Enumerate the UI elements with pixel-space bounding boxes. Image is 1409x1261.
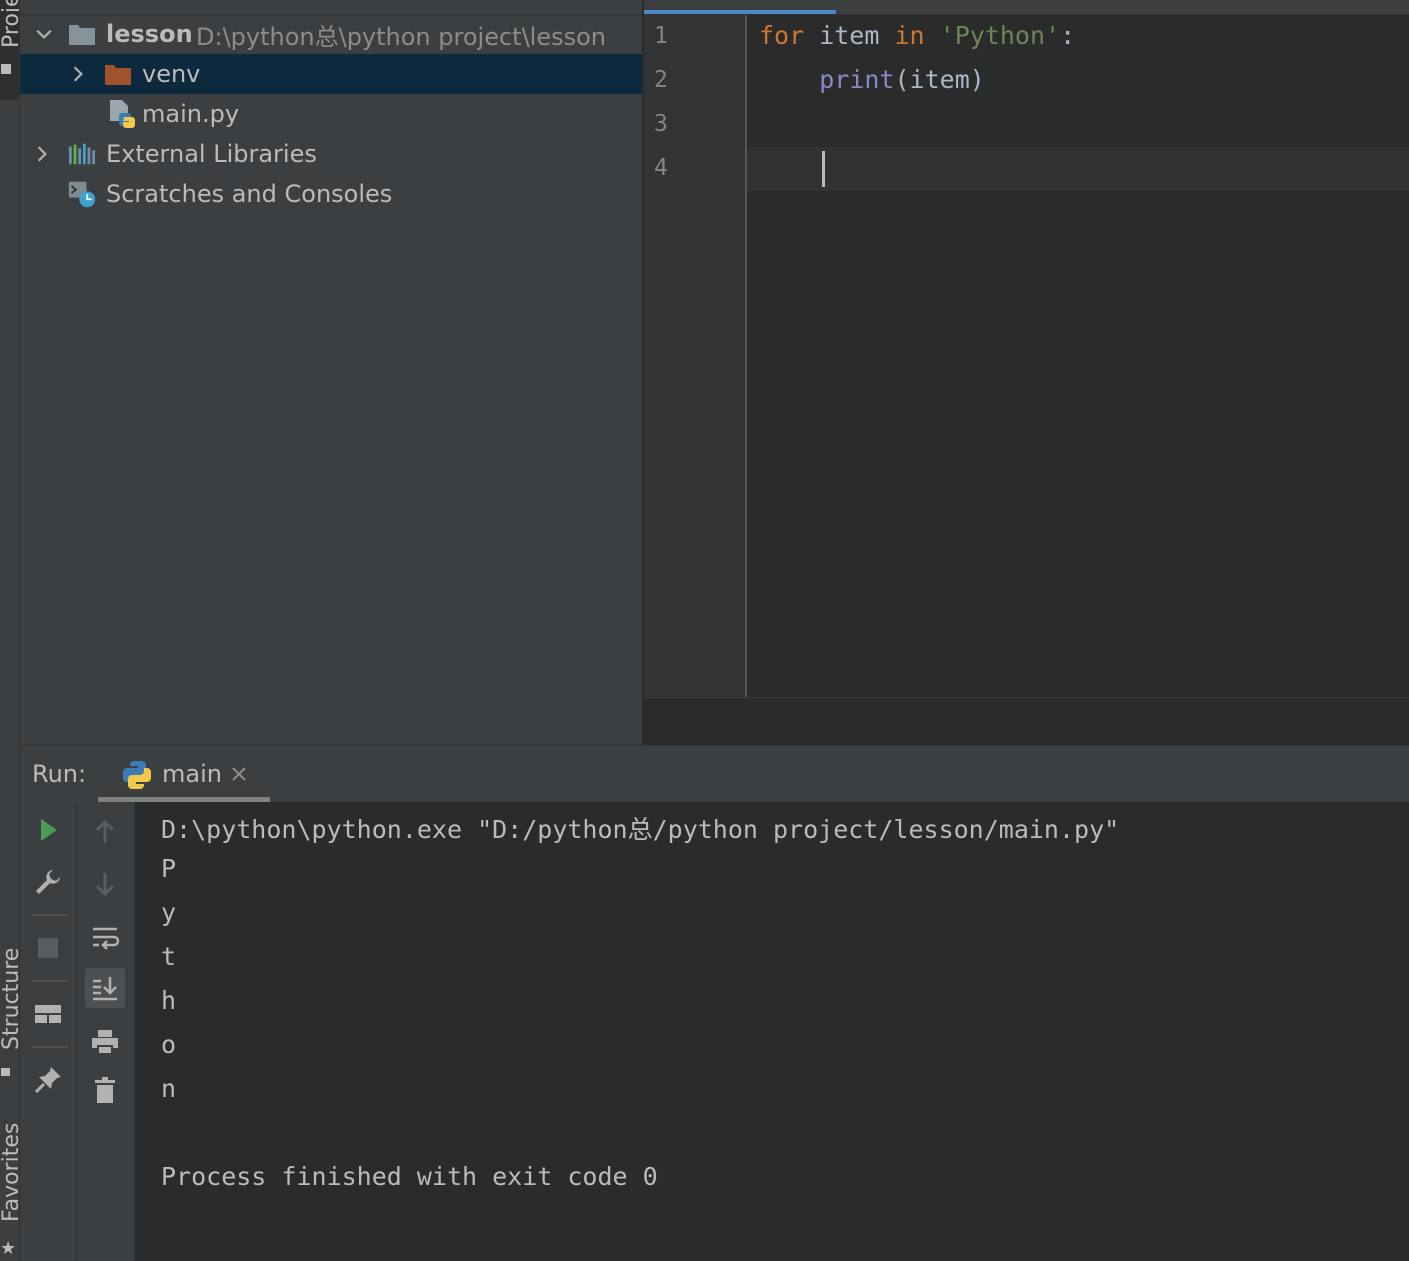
editor-tab-bar (644, 0, 1409, 15)
tree-row-scratches[interactable]: Scratches and Consoles (20, 174, 642, 214)
code-area[interactable]: for item in 'Python': print(item) (747, 15, 1409, 697)
wrench-icon (36, 870, 60, 894)
code-line-2[interactable]: print(item) (759, 65, 985, 94)
printer-icon (92, 1030, 118, 1055)
console-output-line: t (161, 942, 177, 971)
toolbar-separator (32, 1046, 68, 1048)
identifier: item (804, 21, 895, 50)
arrow-up-icon (95, 819, 115, 843)
edit-configuration-button[interactable] (28, 862, 68, 902)
left-tool-strip: Proje Structure Favorites ★ (0, 0, 20, 1261)
text-caret (822, 151, 825, 187)
chevron-down-icon[interactable] (32, 22, 56, 46)
down-stack-button[interactable] (85, 864, 125, 904)
clear-all-button[interactable] (85, 1070, 125, 1110)
soft-wrap-button[interactable] (85, 918, 125, 958)
structure-tool-icon (1, 1068, 10, 1076)
console-output-line: P (161, 854, 177, 883)
tree-row-external-libraries[interactable]: External Libraries (20, 134, 642, 174)
code-line-1[interactable]: for item in 'Python': (759, 21, 1075, 50)
star-icon: ★ (0, 1238, 17, 1259)
tree-row-venv[interactable]: venv (20, 54, 642, 94)
line-number: 4 (654, 155, 668, 181)
run-console[interactable]: D:\python\python.exe "D:/python总/python … (135, 802, 1409, 1261)
scroll-to-end-icon (93, 977, 117, 1001)
line-number: 3 (654, 111, 668, 137)
project-root-name: lesson (106, 20, 193, 48)
keyword-for: for (759, 21, 805, 50)
editor-footer (644, 697, 1409, 746)
project-tool-label: Proje (0, 0, 19, 48)
builtin-print: print (819, 65, 895, 94)
run-tab-main[interactable]: main (98, 746, 270, 802)
console-command-line: D:\python\python.exe "D:/python总/python … (161, 815, 1120, 844)
project-tool-tab[interactable]: Proje (0, 0, 19, 100)
run-toolbar-primary (20, 802, 77, 1261)
arrow-down-icon (95, 873, 115, 897)
code-editor[interactable]: 1 2 3 4 for item in 'Python': print(item… (644, 0, 1409, 746)
editor-gutter: 1 2 3 4 (644, 15, 747, 697)
venv-label: venv (142, 60, 201, 88)
console-output-line: n (161, 1074, 177, 1103)
excluded-folder-icon (104, 60, 132, 88)
string-literal: 'Python' (939, 21, 1061, 50)
stop-button[interactable] (28, 928, 68, 968)
project-panel: lesson D:\python总\python project\lesson … (20, 0, 642, 745)
console-output-line: o (161, 1030, 177, 1059)
scratches-icon (68, 180, 96, 208)
module-folder-icon (68, 20, 96, 48)
run-panel-header: Run: main (20, 745, 1409, 803)
run-label: Run: (32, 760, 87, 788)
toolbar-separator (32, 980, 68, 982)
tree-row-lesson[interactable]: lesson D:\python总\python project\lesson (20, 14, 642, 54)
favorites-tool-tab[interactable]: Favorites ★ (0, 1110, 19, 1261)
chevron-right-icon[interactable] (66, 62, 90, 86)
soft-wrap-icon (93, 927, 120, 950)
libraries-icon (68, 140, 96, 168)
structure-tool-tab[interactable]: Structure (0, 940, 19, 1090)
call-args: (item) (894, 65, 985, 94)
rerun-button[interactable] (28, 810, 68, 850)
line-number: 1 (654, 23, 668, 49)
pin-tab-button[interactable] (28, 1060, 68, 1100)
scroll-to-end-button[interactable] (85, 968, 125, 1008)
external-libraries-label: External Libraries (106, 140, 317, 168)
up-stack-button[interactable] (85, 812, 125, 852)
run-toolbar-secondary (77, 802, 135, 1261)
tree-row-main-py[interactable]: main.py (20, 94, 642, 134)
console-output-line: h (161, 986, 177, 1015)
main-py-label: main.py (142, 100, 240, 128)
restore-layout-button[interactable] (28, 994, 68, 1034)
current-line-highlight (747, 147, 1409, 191)
print-button[interactable] (85, 1022, 125, 1062)
project-root-path: D:\python总\python project\lesson (196, 22, 606, 51)
editor-active-tab-indicator[interactable] (644, 10, 836, 14)
stop-icon (38, 938, 58, 958)
line-number: 2 (654, 67, 668, 93)
toolbar-separator (32, 914, 68, 916)
colon: : (1060, 21, 1076, 50)
favorites-tool-label: Favorites (0, 1122, 19, 1222)
console-output-line: y (161, 898, 177, 927)
scratches-label: Scratches and Consoles (106, 180, 393, 208)
python-icon (123, 761, 151, 789)
python-file-icon (108, 100, 136, 128)
console-exit-message: Process finished with exit code 0 (161, 1162, 658, 1191)
close-icon[interactable] (230, 765, 248, 783)
project-panel-header (20, 0, 642, 15)
play-icon (41, 819, 57, 841)
project-tool-icon (1, 64, 11, 74)
structure-tool-label: Structure (0, 947, 19, 1050)
chevron-right-icon[interactable] (30, 142, 54, 166)
trash-icon (95, 1077, 115, 1103)
layout-icon (35, 1005, 61, 1023)
pin-icon (34, 1067, 61, 1094)
keyword-in: in (894, 21, 925, 50)
run-tab-name: main (162, 760, 222, 788)
